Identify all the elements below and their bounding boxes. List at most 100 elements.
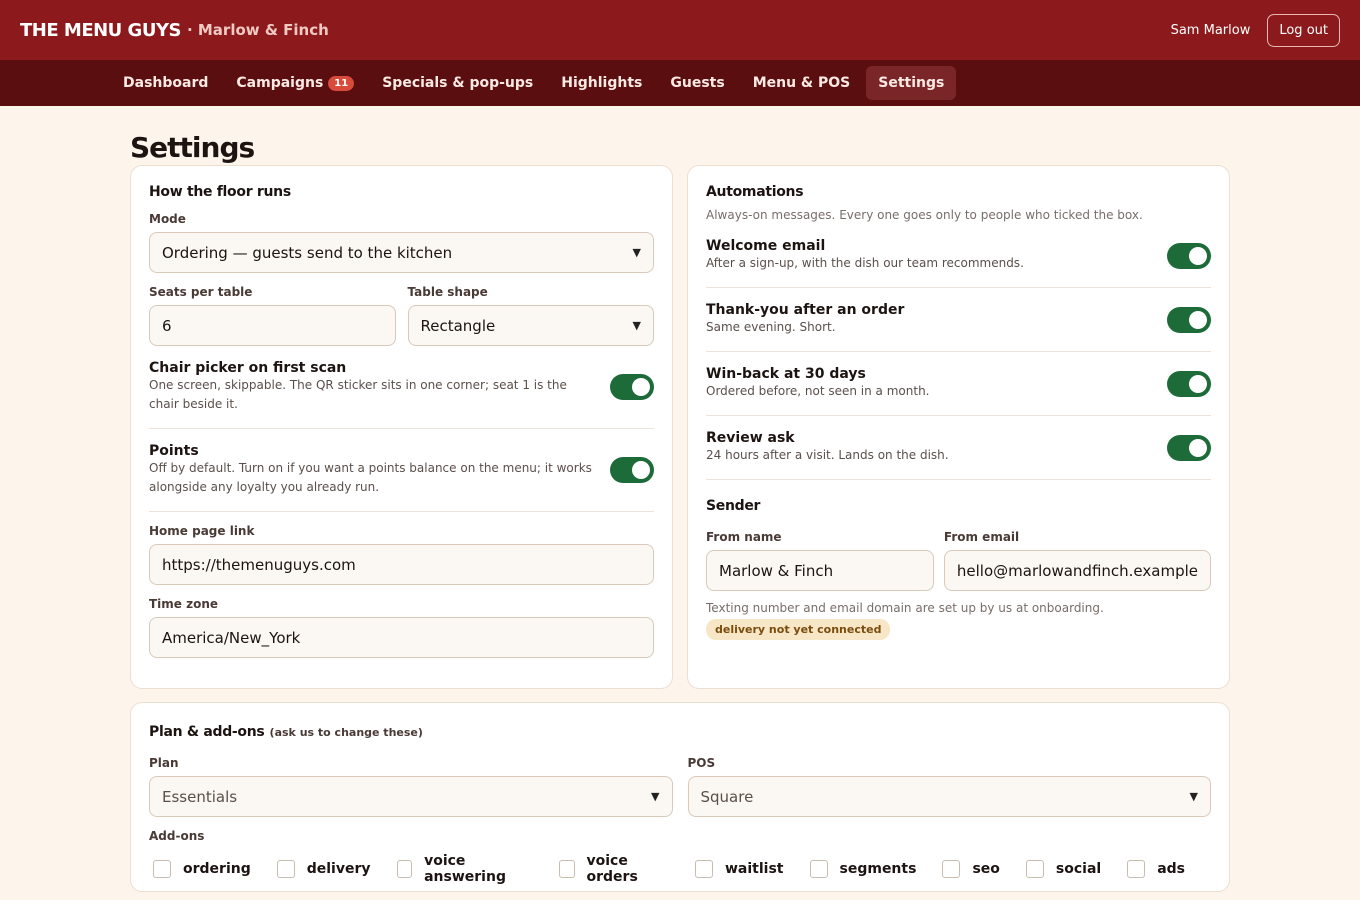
welcome-email-toggle[interactable] [1167,242,1211,269]
chair-picker-toggle[interactable] [610,374,654,400]
addons-label: Add-ons [149,829,205,843]
automation-row: Welcome email After a sign-up, with the … [706,238,1211,287]
from-email-label: From email [943,530,1020,544]
brand-logo[interactable]: THE MENU GUYS [20,20,181,41]
nav-highlights[interactable]: Highlights [549,66,654,100]
automation-row: Review ask 24 hours after a visit. Lands… [706,430,1211,479]
table-shape-select[interactable]: Rectangle ▼ [407,305,654,346]
addon-label: ads [1157,861,1185,877]
automation-title: Thank-you after an order [706,302,905,318]
plan-select[interactable]: Essentials ▼ [149,776,673,817]
automation-title: Welcome email [706,238,826,254]
addon-voice-orders[interactable]: voice orders [558,853,669,885]
checkbox[interactable] [276,860,295,878]
pos-select[interactable]: Square ▼ [687,776,1211,817]
divider [706,287,1211,288]
seats-label: Seats per table [149,285,253,299]
nav-label: Menu & POS [752,75,851,91]
nav-label: Dashboard [123,75,209,91]
addon-delivery[interactable]: delivery [276,860,371,878]
points-title: Points [149,443,199,459]
plan-addons-card: Plan & add-ons (ask us to change these) … [130,702,1230,892]
divider [149,428,654,429]
mode-value: Ordering — guests send to the kitchen [162,243,453,262]
nav-menu-pos[interactable]: Menu & POS [741,66,863,100]
logout-button[interactable]: Log out [1267,13,1340,47]
automation-row: Thank-you after an order Same evening. S… [706,302,1211,351]
automation-row: Win-back at 30 days Ordered before, not … [706,366,1211,415]
addons-list: ordering delivery voice answering voice … [149,853,1211,885]
delivery-status-badge: delivery not yet connected [706,619,891,640]
chevron-down-icon: ▼ [651,790,660,803]
addon-social[interactable]: social [1025,860,1102,878]
main-content: Settings How the floor runs Mode Orderin… [130,106,1230,892]
automation-desc: After a sign-up, with the dish our team … [706,256,1024,270]
chair-picker-row: Chair picker on first scan One screen, s… [149,360,654,428]
plan-label: Plan [149,756,179,770]
addon-label: waitlist [725,861,784,877]
addon-ordering[interactable]: ordering [153,860,251,878]
thank-you-toggle[interactable] [1167,306,1211,333]
addon-label: seo [972,861,1000,877]
checkbox[interactable] [942,860,961,878]
nav-label: Campaigns [236,75,324,91]
chevron-down-icon: ▼ [632,246,641,259]
nav-label: Guests [670,75,725,91]
points-toggle[interactable] [610,457,654,483]
card-title: Automations [706,184,804,200]
sender-note: Texting number and email domain are set … [706,601,1104,615]
from-name-label: From name [706,530,782,544]
plan-value: Essentials [162,787,238,806]
home-page-link-input[interactable]: https://themenuguys.com [149,544,654,585]
restaurant-name: · Marlow & Finch [186,21,329,39]
nav-label: Specials & pop-ups [382,75,534,91]
user-name: Sam Marlow [1170,22,1251,38]
chair-picker-title: Chair picker on first scan [149,360,347,376]
checkbox[interactable] [695,860,713,878]
addon-label: social [1055,861,1102,877]
nav-dashboard[interactable]: Dashboard [111,66,220,100]
addon-label: voice answering [424,853,506,885]
addon-ads[interactable]: ads [1127,860,1185,878]
card-title: Plan & add-ons [149,724,265,740]
top-bar: THE MENU GUYS · Marlow & Finch Sam Marlo… [0,0,1360,60]
pos-value: Square [700,787,754,806]
nav-settings[interactable]: Settings [866,66,957,100]
checkbox[interactable] [558,860,575,878]
from-email-input[interactable]: hello@marlowandfinch.example [943,550,1211,591]
plan-title-row: Plan & add-ons (ask us to change these) [149,721,1211,740]
plan-title-note: (ask us to change these) [269,726,423,739]
nav-campaigns[interactable]: Campaigns 11 [224,66,366,100]
nav-guests[interactable]: Guests [658,66,736,100]
automation-desc: Ordered before, not seen in a month. [706,384,930,398]
seats-per-table-input[interactable]: 6 [149,305,396,346]
floor-settings-card: How the floor runs Mode Ordering — guest… [130,165,673,689]
addon-seo[interactable]: seo [942,860,1000,878]
review-ask-toggle[interactable] [1167,434,1211,461]
chevron-down-icon: ▼ [1189,790,1198,803]
pos-label: POS [687,756,716,770]
win-back-toggle[interactable] [1167,370,1211,397]
checkbox[interactable] [809,860,828,878]
nav-specials[interactable]: Specials & pop-ups [370,66,545,100]
addon-waitlist[interactable]: waitlist [695,860,784,878]
checkbox[interactable] [396,860,413,878]
time-zone-input[interactable]: America/New_York [149,617,654,658]
divider [706,351,1211,352]
automation-title: Review ask [706,430,795,446]
mode-select[interactable]: Ordering — guests send to the kitchen ▼ [149,232,654,273]
automations-subtitle: Always-on messages. Every one goes only … [706,208,1143,222]
checkbox[interactable] [153,860,171,878]
checkbox[interactable] [1127,860,1146,878]
mode-label: Mode [149,212,186,226]
chevron-down-icon: ▼ [632,319,641,332]
main-nav: Dashboard Campaigns 11 Specials & pop-ups… [0,60,1360,106]
addon-voice-answering[interactable]: voice answering [396,853,533,885]
points-row: Points Off by default. Turn on if you wa… [149,443,654,511]
chair-picker-desc: One screen, skippable. The QR sticker si… [149,378,567,411]
addon-segments[interactable]: segments [809,860,916,878]
from-name-input[interactable]: Marlow & Finch [706,550,934,591]
page-title: Settings [130,131,255,164]
addon-label: ordering [183,861,251,877]
checkbox[interactable] [1025,860,1044,878]
